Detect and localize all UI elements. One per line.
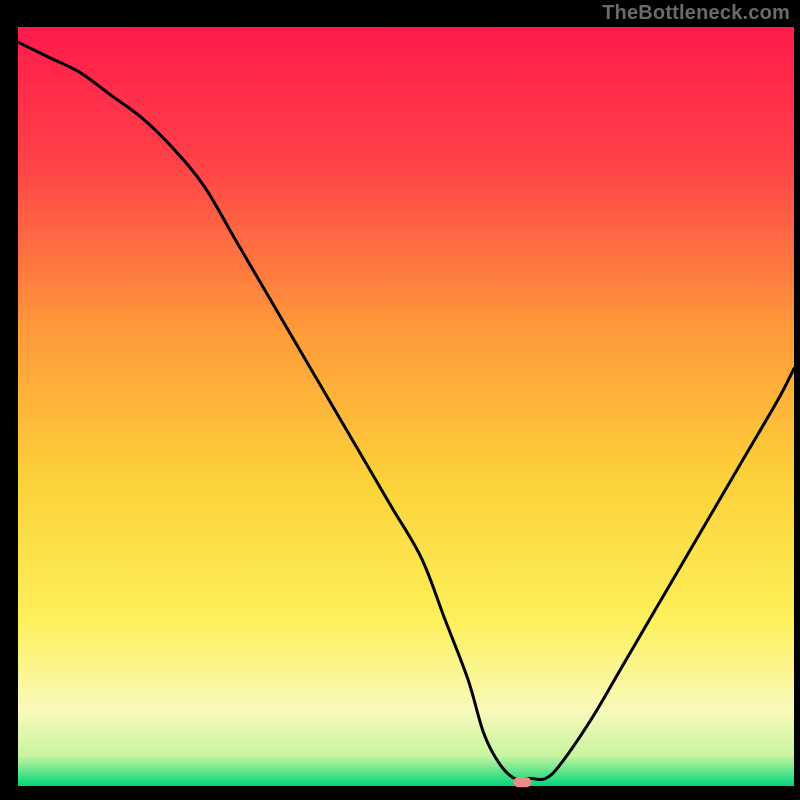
watermark-label: TheBottleneck.com: [602, 2, 790, 25]
chart-container: TheBottleneck.com: [0, 0, 800, 800]
chart-background: [18, 27, 794, 786]
bottleneck-chart: [0, 0, 800, 800]
optimal-marker: [513, 777, 531, 787]
